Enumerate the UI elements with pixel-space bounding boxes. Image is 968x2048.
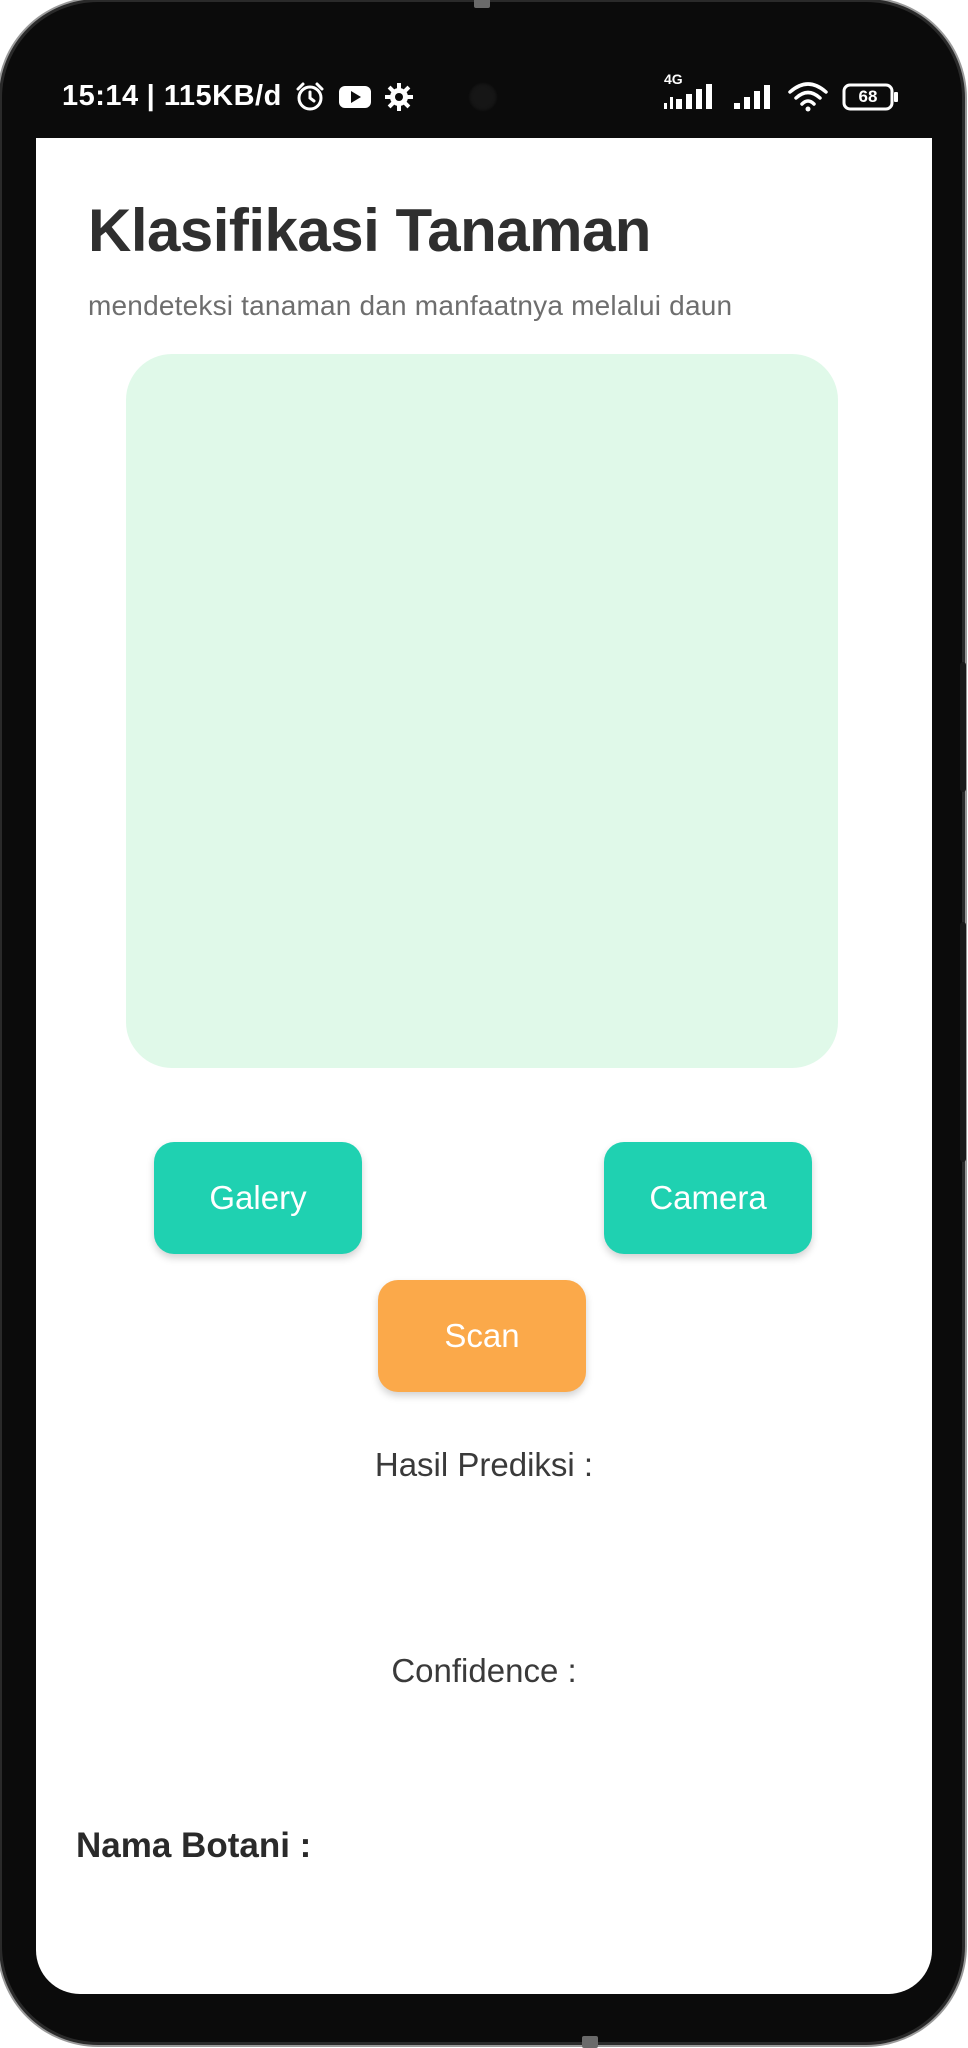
battery-level: 68 [858,87,878,106]
signal-icon [732,83,774,111]
frame-top-bar [474,0,490,8]
settings-gear-icon [384,82,414,112]
power-button [960,922,966,1162]
frame-bottom-bar [582,2036,598,2048]
scan-button[interactable]: Scan [378,1280,586,1392]
signal-4g-icon: 4G [662,71,718,111]
prediction-label: Hasil Prediksi : [374,1446,594,1483]
botanical-name-label: Nama Botani : [76,1826,312,1865]
page-subtitle: mendeteksi tanaman dan manfaatnya melalu… [88,290,733,321]
status-time: 15:14 [62,80,139,112]
volume-button [960,662,966,792]
phone-frame: 15:14 | 115KB/d 4G 68 Klasifikasi Tanama… [2,0,966,2048]
camera-button[interactable]: Camera [604,1142,812,1254]
alarm-icon [294,81,326,113]
status-network-speed: | 115KB/d [146,80,282,112]
gallery-button[interactable]: Galery [154,1142,362,1254]
front-camera [468,82,498,112]
battery-icon: 68 [842,82,900,112]
wifi-icon [788,82,828,112]
confidence-label: Confidence : [391,1652,577,1689]
image-preview [126,354,838,1068]
page-title: Klasifikasi Tanaman [88,197,651,264]
app-screen: Klasifikasi Tanaman mendeteksi tanaman d… [36,138,932,1994]
youtube-icon [338,84,372,110]
network-type-label: 4G [664,71,683,87]
